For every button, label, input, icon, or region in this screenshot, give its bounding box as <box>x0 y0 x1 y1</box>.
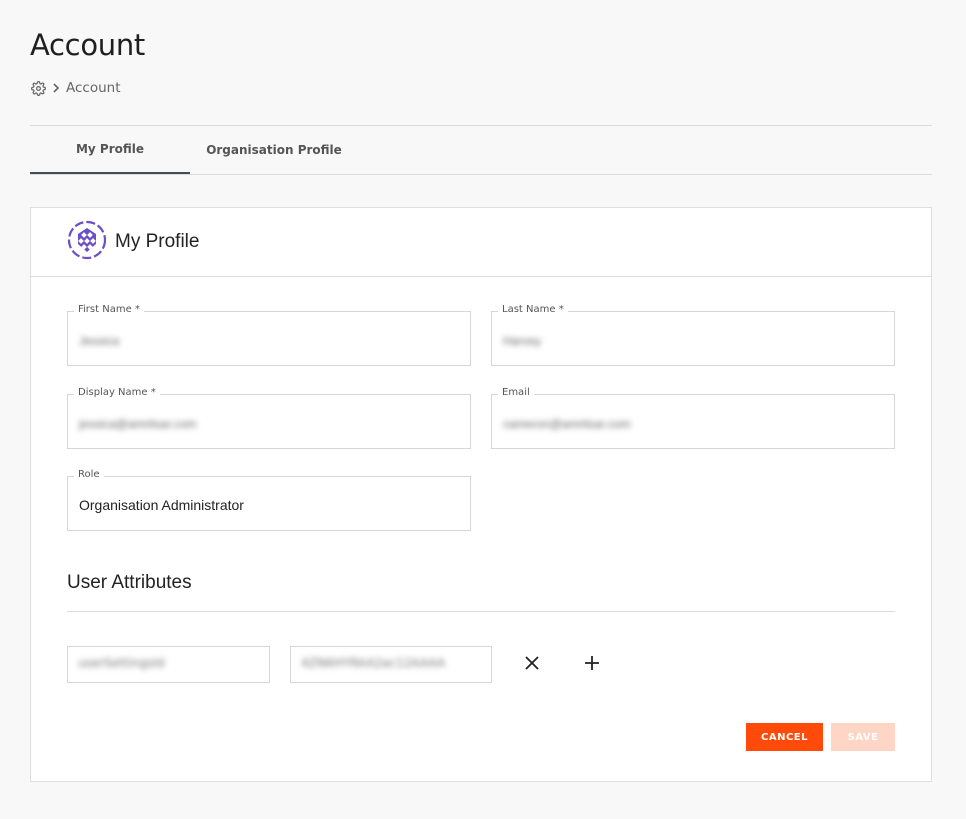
gear-icon[interactable] <box>31 80 46 96</box>
role-label: Role <box>74 469 104 480</box>
last-name-label: Last Name * <box>498 304 568 315</box>
profile-logo-icon <box>67 220 107 264</box>
tab-organisation-profile[interactable]: Organisation Profile <box>190 126 358 174</box>
last-name-field[interactable]: Last Name * Harvey <box>491 304 895 366</box>
email-field[interactable]: Email cameron@amritsar.com <box>491 387 895 449</box>
cancel-button[interactable]: CANCEL <box>746 723 823 751</box>
first-name-label: First Name * <box>74 304 144 315</box>
attribute-value-value: 4ZN6HYRAA2ac12AAAA <box>301 656 446 670</box>
save-button[interactable]: SAVE <box>831 723 895 751</box>
display-name-value: jessica@amritsar.com <box>79 417 197 431</box>
attribute-key-value: userSettingsId <box>78 656 165 670</box>
user-attributes-title: User Attributes <box>67 572 192 593</box>
role-value: Organisation Administrator <box>79 497 244 513</box>
divider <box>67 611 895 612</box>
display-name-label: Display Name * <box>74 387 160 398</box>
chevron-right-icon <box>52 83 60 93</box>
display-name-field[interactable]: Display Name * jessica@amritsar.com <box>67 387 471 449</box>
attribute-value-input[interactable]: 4ZN6HYRAA2ac12AAAA <box>290 646 492 683</box>
tab-my-profile[interactable]: My Profile <box>30 126 190 174</box>
close-icon <box>524 655 540 675</box>
page-title: Account <box>30 28 145 62</box>
breadcrumb: Account <box>31 80 121 96</box>
role-field[interactable]: Role Organisation Administrator <box>67 469 471 531</box>
remove-attribute-button[interactable] <box>519 652 545 678</box>
email-value: cameron@amritsar.com <box>503 417 631 431</box>
tab-bar: My Profile Organisation Profile <box>30 126 932 175</box>
first-name-value: Jessica <box>79 334 120 348</box>
email-label: Email <box>498 387 534 398</box>
card-title: My Profile <box>115 231 200 252</box>
add-attribute-button[interactable] <box>579 652 605 678</box>
card-header: My Profile <box>31 208 931 277</box>
attribute-key-input[interactable]: userSettingsId <box>67 646 270 683</box>
plus-icon <box>584 655 600 675</box>
breadcrumb-current: Account <box>66 80 121 96</box>
profile-card: My Profile First Name * Jessica Last Nam… <box>30 207 932 782</box>
last-name-value: Harvey <box>503 334 542 348</box>
first-name-field[interactable]: First Name * Jessica <box>67 304 471 366</box>
